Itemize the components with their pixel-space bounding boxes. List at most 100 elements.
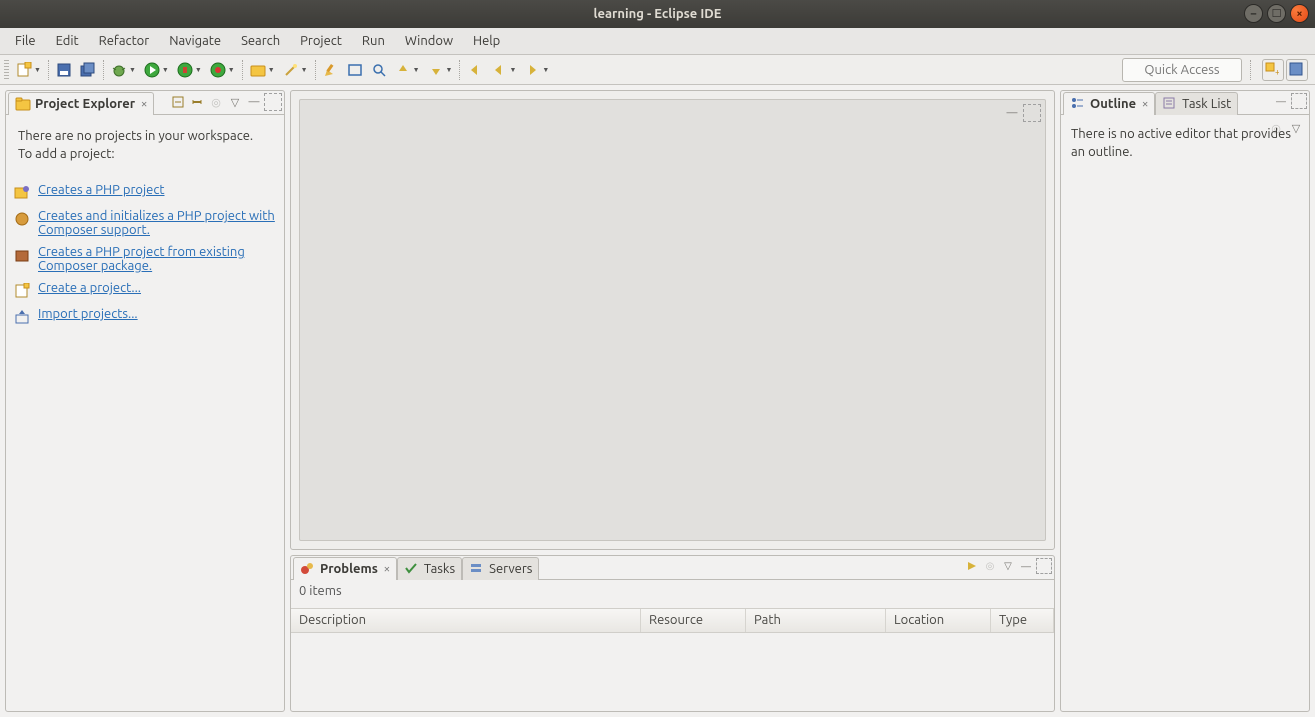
minimize-view-button[interactable]: — <box>245 93 263 111</box>
wizard-item: Creates a PHP project <box>14 179 276 205</box>
debug-button[interactable]: ▼ <box>108 59 139 81</box>
tab-project-explorer[interactable]: Project Explorer ✕ <box>8 92 154 115</box>
php-perspective-icon <box>1289 62 1305 78</box>
wand-icon <box>283 62 299 78</box>
minimize-view-button[interactable]: — <box>1273 93 1289 109</box>
save-icon <box>56 62 72 78</box>
col-description[interactable]: Description <box>291 609 641 632</box>
toolbar-handle[interactable] <box>4 60 9 80</box>
wizard-item: Creates and initializes a PHP project wi… <box>14 205 276 241</box>
search-button[interactable] <box>368 59 390 81</box>
main-toolbar: ▼ ▼ ▼ ▼ ▼ ▼ ▼ ▼ ▼ ▼ ▼ Quick Access + <box>0 55 1315 85</box>
edit-button[interactable] <box>320 59 342 81</box>
workbench: Project Explorer ✕ ◎ ▽ — There are no pr… <box>0 85 1315 717</box>
menu-file[interactable]: File <box>6 31 45 51</box>
pencil-icon <box>323 62 339 78</box>
tasks-icon <box>404 561 420 577</box>
menu-project[interactable]: Project <box>291 31 351 51</box>
nav-back-button[interactable] <box>464 59 486 81</box>
search-icon <box>371 62 387 78</box>
close-icon[interactable]: ✕ <box>1142 99 1148 110</box>
explorer-empty-msg2: To add a project: <box>18 145 272 163</box>
forward-icon <box>524 62 540 78</box>
wizard-link-composer-project[interactable]: Creates and initializes a PHP project wi… <box>38 209 276 237</box>
wizard-link-create-project[interactable]: Create a project... <box>38 281 141 295</box>
back-icon <box>491 62 507 78</box>
minimize-button[interactable]: – <box>1244 4 1263 23</box>
servers-icon <box>469 561 485 577</box>
menu-run[interactable]: Run <box>353 31 394 51</box>
menu-bar: File Edit Refactor Navigate Search Proje… <box>0 28 1315 55</box>
wizard-link-php-project[interactable]: Creates a PHP project <box>38 183 164 197</box>
view-project-explorer: Project Explorer ✕ ◎ ▽ — There are no pr… <box>5 90 285 712</box>
save-all-button[interactable] <box>77 59 99 81</box>
marker-next-button[interactable]: ▼ <box>425 59 456 81</box>
coverage-button[interactable]: ▼ <box>207 59 238 81</box>
tab-servers[interactable]: Servers <box>462 557 539 580</box>
save-all-icon <box>80 62 96 78</box>
col-location[interactable]: Location <box>886 609 991 632</box>
filter-problems-button[interactable]: ◎ <box>982 558 998 574</box>
problems-table: Description Resource Path Location Type <box>291 608 1054 711</box>
minimize-view-button[interactable]: — <box>1018 558 1034 574</box>
maximize-button[interactable]: ☐ <box>1267 4 1286 23</box>
col-resource[interactable]: Resource <box>641 609 746 632</box>
tab-label: Project Explorer <box>35 97 135 111</box>
menu-help[interactable]: Help <box>464 31 509 51</box>
menu-edit[interactable]: Edit <box>47 31 88 51</box>
outline-body: ◎ ▽ There is no active editor that provi… <box>1061 115 1309 711</box>
tab-tasks[interactable]: Tasks <box>397 557 462 580</box>
menu-refactor[interactable]: Refactor <box>90 31 159 51</box>
toggle-breadcrumb-button[interactable] <box>344 59 366 81</box>
php-perspective-button[interactable] <box>1286 59 1308 81</box>
view-menu-button[interactable]: ▽ <box>1287 119 1305 137</box>
link-editor-button[interactable] <box>188 93 206 111</box>
col-path[interactable]: Path <box>746 609 886 632</box>
new-php-button[interactable]: ▼ <box>247 59 278 81</box>
focus-outline-button[interactable]: ◎ <box>1267 119 1285 137</box>
focus-task-button[interactable]: ◎ <box>207 93 225 111</box>
view-menu-button[interactable]: ▽ <box>226 93 244 111</box>
editor-empty-area: — <box>299 99 1046 541</box>
run-button[interactable]: ▼ <box>141 59 172 81</box>
open-perspective-button[interactable]: + <box>1262 59 1284 81</box>
tab-outline[interactable]: Outline ✕ <box>1063 92 1155 115</box>
focus-problems-button[interactable] <box>964 558 980 574</box>
quick-access-placeholder: Quick Access <box>1144 63 1219 77</box>
menu-window[interactable]: Window <box>396 31 462 51</box>
wand-button[interactable]: ▼ <box>280 59 311 81</box>
external-tools-icon <box>177 62 193 78</box>
wizard-link-composer-package[interactable]: Creates a PHP project from existing Comp… <box>38 245 276 273</box>
save-button[interactable] <box>53 59 75 81</box>
up-arrow-icon <box>395 62 411 78</box>
wizard-link-import-projects[interactable]: Import projects... <box>38 307 138 321</box>
menu-navigate[interactable]: Navigate <box>160 31 230 51</box>
close-icon[interactable]: ✕ <box>384 564 390 575</box>
close-icon[interactable]: ✕ <box>141 99 147 110</box>
tab-problems[interactable]: Problems ✕ <box>293 557 397 580</box>
perspective-plus-icon: + <box>1265 62 1281 78</box>
maximize-view-button[interactable] <box>264 93 282 111</box>
tab-label: Servers <box>489 562 532 576</box>
composer-wizard-icon <box>14 211 30 227</box>
tab-task-list[interactable]: Task List <box>1155 92 1238 115</box>
maximize-view-button[interactable] <box>1291 93 1307 109</box>
nav-forward-button[interactable]: ▼ <box>521 59 552 81</box>
col-type[interactable]: Type <box>991 609 1054 632</box>
composer-pkg-icon <box>14 247 30 263</box>
maximize-view-button[interactable] <box>1036 558 1052 574</box>
menu-search[interactable]: Search <box>232 31 289 51</box>
new-button[interactable]: ▼ <box>13 59 44 81</box>
maximize-editor-button[interactable] <box>1023 104 1041 122</box>
marker-prev-button[interactable]: ▼ <box>392 59 423 81</box>
view-menu-button[interactable]: ▽ <box>1000 558 1016 574</box>
quick-access-field[interactable]: Quick Access <box>1122 58 1242 82</box>
new-project-icon <box>14 283 30 299</box>
run-last-tool-button[interactable]: ▼ <box>174 59 205 81</box>
nav-back-drop-button[interactable]: ▼ <box>488 59 519 81</box>
project-explorer-toolbar: ◎ ▽ — <box>169 93 282 111</box>
close-button[interactable]: × <box>1290 4 1309 23</box>
minimize-editor-button[interactable]: — <box>1003 104 1021 122</box>
down-arrow-icon <box>428 62 444 78</box>
collapse-all-button[interactable] <box>169 93 187 111</box>
